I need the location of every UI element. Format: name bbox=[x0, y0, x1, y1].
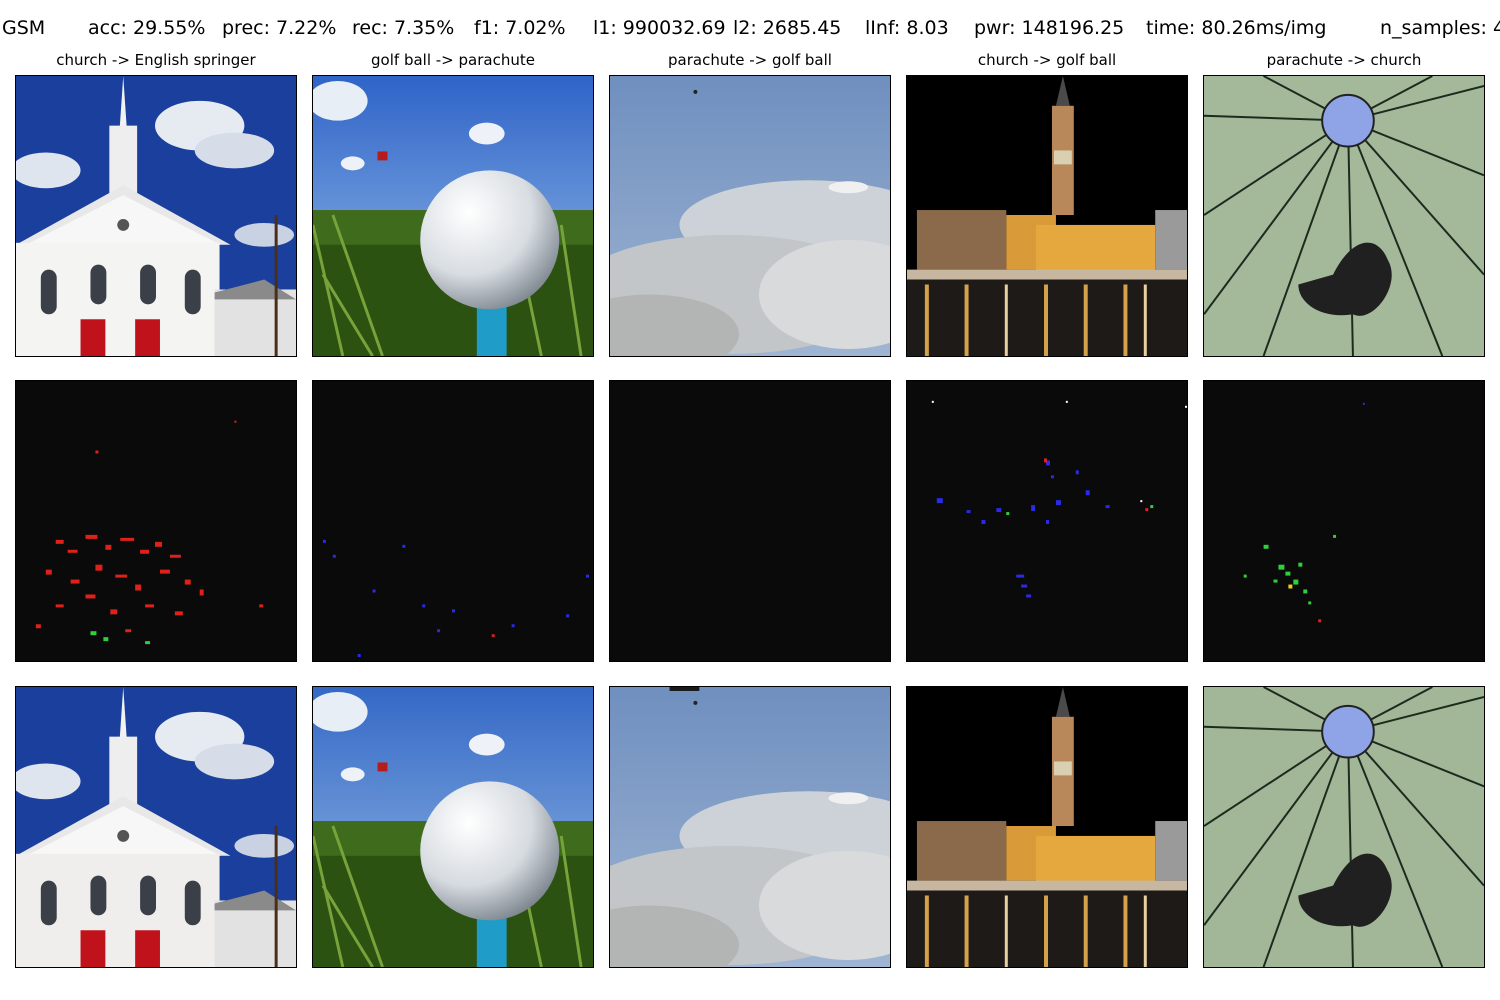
n-samples-metric: n_samples: 4 bbox=[1380, 17, 1500, 39]
time-metric: time: 80.26ms/img bbox=[1146, 17, 1327, 39]
perturbation-image-church-night bbox=[906, 380, 1188, 662]
method-label: GSM bbox=[2, 17, 46, 39]
pwr-metric: pwr: 148196.25 bbox=[974, 17, 1125, 39]
perturbation-image-church bbox=[15, 380, 297, 662]
adversarial-image-church bbox=[15, 686, 297, 968]
adversarial-image-sky-clouds bbox=[609, 686, 891, 968]
original-image-golf-ball bbox=[312, 75, 594, 357]
original-image-church bbox=[15, 75, 297, 357]
acc-metric: acc: 29.55% bbox=[88, 17, 206, 39]
perturbation-image-golf-ball bbox=[312, 380, 594, 662]
perturbation-image-sky-clouds bbox=[609, 380, 891, 662]
linf-metric: lInf: 8.03 bbox=[865, 17, 949, 39]
original-image-church-night bbox=[906, 75, 1188, 357]
original-image-sky-clouds bbox=[609, 75, 891, 357]
rec-metric: rec: 7.35% bbox=[352, 17, 455, 39]
perturbation-image-parachute bbox=[1203, 380, 1485, 662]
column-title-2: golf ball -> parachute bbox=[371, 51, 535, 69]
l2-metric: l2: 2685.45 bbox=[733, 17, 842, 39]
adversarial-image-golf-ball bbox=[312, 686, 594, 968]
column-title-5: parachute -> church bbox=[1266, 51, 1422, 69]
original-image-parachute bbox=[1203, 75, 1485, 357]
l1-metric: l1: 990032.69 bbox=[593, 17, 726, 39]
prec-metric: prec: 7.22% bbox=[222, 17, 337, 39]
column-title-4: church -> golf ball bbox=[977, 51, 1117, 69]
adversarial-image-parachute bbox=[1203, 686, 1485, 968]
adversarial-image-church-night bbox=[906, 686, 1188, 968]
column-title-1: church -> English springer bbox=[56, 51, 256, 69]
column-title-3: parachute -> golf ball bbox=[668, 51, 832, 69]
f1-metric: f1: 7.02% bbox=[474, 17, 566, 39]
